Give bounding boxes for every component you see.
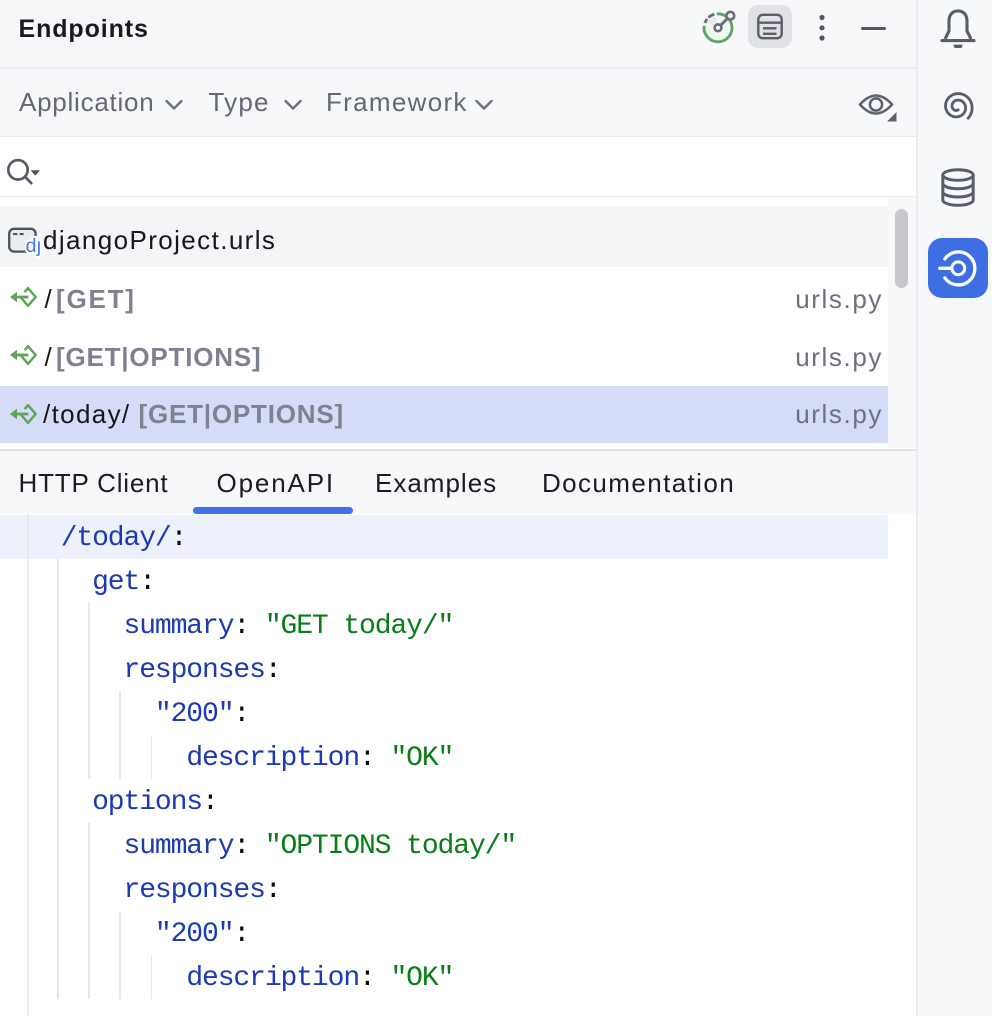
svg-text:dȷ: dȷ	[26, 235, 42, 257]
